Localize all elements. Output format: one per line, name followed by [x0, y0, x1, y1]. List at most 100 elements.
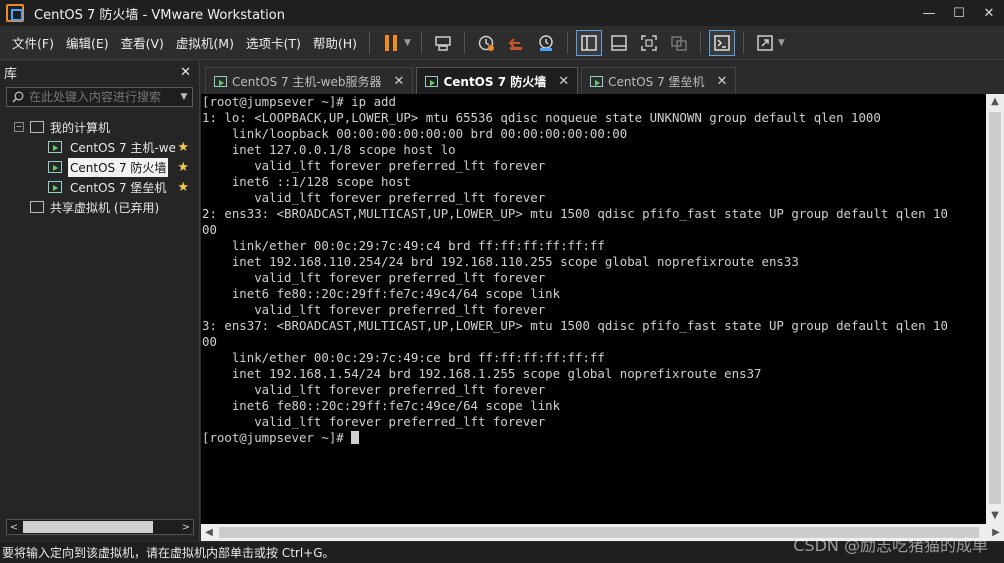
scroll-right-icon[interactable]: > — [179, 522, 193, 533]
library-panel: 库 ✕ ▼ − 我的计算机 CentOS 7 主机-we ★ CentOS 7 … — [0, 61, 200, 541]
terminal-line: inet6 fe80::20c:29ff:fe7c:49c4/64 scope … — [202, 286, 561, 301]
vm-tree: − 我的计算机 CentOS 7 主机-we ★ CentOS 7 防火墙 ★ … — [0, 117, 199, 217]
collapse-icon[interactable]: − — [14, 122, 24, 132]
pause-dropdown-icon[interactable]: ▼ — [404, 38, 411, 48]
text-cursor — [351, 431, 360, 444]
show-library-icon[interactable] — [575, 29, 602, 56]
library-horizontal-scrollbar[interactable]: < > — [6, 519, 194, 535]
menu-tabs[interactable]: 选项卡(T) — [240, 26, 307, 60]
terminal-line: valid_lft forever preferred_lft forever — [202, 382, 546, 397]
terminal-line: inet6 ::1/128 scope host — [202, 174, 411, 189]
snapshot-icon[interactable] — [473, 30, 499, 56]
terminal-line: valid_lft forever preferred_lft forever — [202, 414, 546, 429]
library-search: ▼ — [6, 87, 193, 107]
full-screen-icon[interactable] — [636, 30, 662, 56]
pause-icon[interactable] — [378, 30, 404, 56]
status-text: 要将输入定向到该虚拟机，请在虚拟机内部单击或按 Ctrl+G。 — [2, 546, 335, 560]
tab-label: CentOS 7 防火墙 — [443, 74, 547, 89]
terminal-line: inet 127.0.0.1/8 scope host lo — [202, 142, 456, 157]
scroll-up-icon[interactable]: ▲ — [986, 94, 1004, 110]
window-title: CentOS 7 防火墙 - VMware Workstation — [34, 7, 285, 23]
menu-help[interactable]: 帮助(H) — [307, 26, 363, 60]
tree-item-bastion[interactable]: CentOS 7 堡垒机 ★ — [0, 177, 199, 197]
close-button[interactable]: ✕ — [974, 0, 1004, 26]
terminal-prompt-line: [root@jumpsever ~]# — [201, 430, 986, 446]
vmware-logo-icon — [6, 4, 24, 22]
vm-console[interactable]: [root@jumpsever ~]# ip add 1: lo: <LOOPB… — [201, 94, 986, 524]
tree-item-web-server[interactable]: CentOS 7 主机-we ★ — [0, 137, 199, 157]
terminal-line: valid_lft forever preferred_lft forever — [202, 302, 546, 317]
unity-icon[interactable] — [666, 30, 692, 56]
snapshot-manager-icon[interactable] — [533, 30, 559, 56]
scroll-right-icon[interactable]: ▶ — [988, 527, 1004, 538]
menu-vm[interactable]: 虚拟机(M) — [170, 26, 240, 60]
tab-web-server[interactable]: CentOS 7 主机-web服务器 ✕ — [205, 67, 414, 94]
console-vertical-scrollbar[interactable]: ▲ ▼ — [986, 94, 1004, 524]
vm-tab-icon — [425, 75, 439, 87]
search-icon — [7, 91, 29, 103]
stretch-guest-icon[interactable] — [752, 30, 778, 56]
scroll-left-icon[interactable]: ◀ — [201, 527, 217, 538]
scroll-down-icon[interactable]: ▼ — [986, 508, 1004, 524]
prompt-text: [root@jumpsever ~]# — [202, 430, 352, 445]
library-close-icon[interactable]: ✕ — [180, 65, 191, 80]
search-input[interactable] — [29, 90, 176, 104]
vm-tab-strip: CentOS 7 主机-web服务器 ✕ CentOS 7 防火墙 ✕ Cent… — [201, 61, 1004, 94]
toolbar-divider — [742, 31, 744, 54]
vm-tab-icon — [590, 75, 604, 87]
menu-view[interactable]: 查看(V) — [115, 26, 170, 60]
tab-label: CentOS 7 主机-web服务器 — [232, 74, 382, 89]
tab-bastion[interactable]: CentOS 7 堡垒机 ✕ — [581, 67, 737, 94]
terminal-line: link/loopback 00:00:00:00:00:00 brd 00:0… — [202, 126, 628, 141]
watermark: CSDN @励志吃猪猫的成单 — [793, 536, 988, 555]
send-ctrl-alt-del-icon[interactable] — [430, 30, 456, 56]
vm-label: CentOS 7 主机-we — [70, 140, 176, 155]
tree-root[interactable]: − 我的计算机 — [0, 117, 199, 137]
terminal-line: 1: lo: <LOOPBACK,UP,LOWER_UP> mtu 65536 … — [202, 110, 881, 125]
favorite-star-icon: ★ — [177, 179, 189, 195]
menu-edit[interactable]: 编辑(E) — [60, 26, 115, 60]
toolbar-divider — [420, 31, 422, 54]
tree-root-label: 我的计算机 — [50, 120, 111, 135]
menu-bar: 文件(F) 编辑(E) 查看(V) 虚拟机(M) 选项卡(T) 帮助(H) ▼ … — [0, 26, 1004, 60]
stretch-dropdown-icon[interactable]: ▼ — [778, 38, 785, 48]
vm-running-icon — [48, 141, 62, 153]
favorite-star-icon: ★ — [177, 139, 189, 155]
vm-running-icon — [48, 161, 62, 173]
tab-firewall[interactable]: CentOS 7 防火墙 ✕ — [416, 67, 579, 94]
console-view-icon[interactable] — [708, 29, 735, 56]
tab-label: CentOS 7 堡垒机 — [608, 74, 705, 89]
toolbar-divider — [369, 31, 371, 54]
minimize-button[interactable]: — — [914, 0, 944, 26]
vm-label: CentOS 7 防火墙 — [68, 157, 169, 177]
shared-label: 共享虚拟机 (已弃用) — [50, 200, 160, 215]
title-bar: CentOS 7 防火墙 - VMware Workstation — ☐ ✕ — [0, 0, 1004, 26]
terminal-line: inet 192.168.1.54/24 brd 192.168.1.255 s… — [202, 366, 762, 381]
terminal-line: valid_lft forever preferred_lft forever — [202, 270, 546, 285]
tab-close-icon[interactable]: ✕ — [717, 74, 728, 89]
scroll-thumb[interactable] — [23, 521, 153, 533]
toolbar-divider — [463, 31, 465, 54]
shared-vm-icon — [30, 201, 44, 213]
search-dropdown-icon[interactable]: ▼ — [176, 92, 192, 102]
scroll-thumb[interactable] — [989, 112, 1001, 504]
revert-snapshot-icon[interactable] — [503, 30, 529, 56]
tree-item-shared[interactable]: 共享虚拟机 (已弃用) — [0, 197, 199, 217]
tab-close-icon[interactable]: ✕ — [394, 74, 405, 89]
menu-file[interactable]: 文件(F) — [6, 26, 60, 60]
terminal-line: [root@jumpsever ~]# ip add — [202, 94, 396, 109]
terminal-line: inet 192.168.110.254/24 brd 192.168.110.… — [202, 254, 799, 269]
terminal-line: 00 — [202, 222, 217, 237]
terminal-line: valid_lft forever preferred_lft forever — [202, 158, 546, 173]
thumbnail-bar-icon[interactable] — [606, 30, 632, 56]
favorite-star-icon: ★ — [177, 159, 189, 175]
scroll-left-icon[interactable]: < — [7, 522, 21, 533]
library-header: 库 ✕ — [0, 61, 199, 83]
tree-item-firewall[interactable]: CentOS 7 防火墙 ★ — [0, 157, 199, 177]
toolbar-divider — [566, 31, 568, 54]
terminal-line: inet6 fe80::20c:29ff:fe7c:49ce/64 scope … — [202, 398, 561, 413]
window-controls: — ☐ ✕ — [914, 0, 1004, 26]
library-title: 库 — [4, 66, 18, 82]
tab-close-icon[interactable]: ✕ — [558, 74, 569, 89]
maximize-button[interactable]: ☐ — [944, 0, 974, 26]
